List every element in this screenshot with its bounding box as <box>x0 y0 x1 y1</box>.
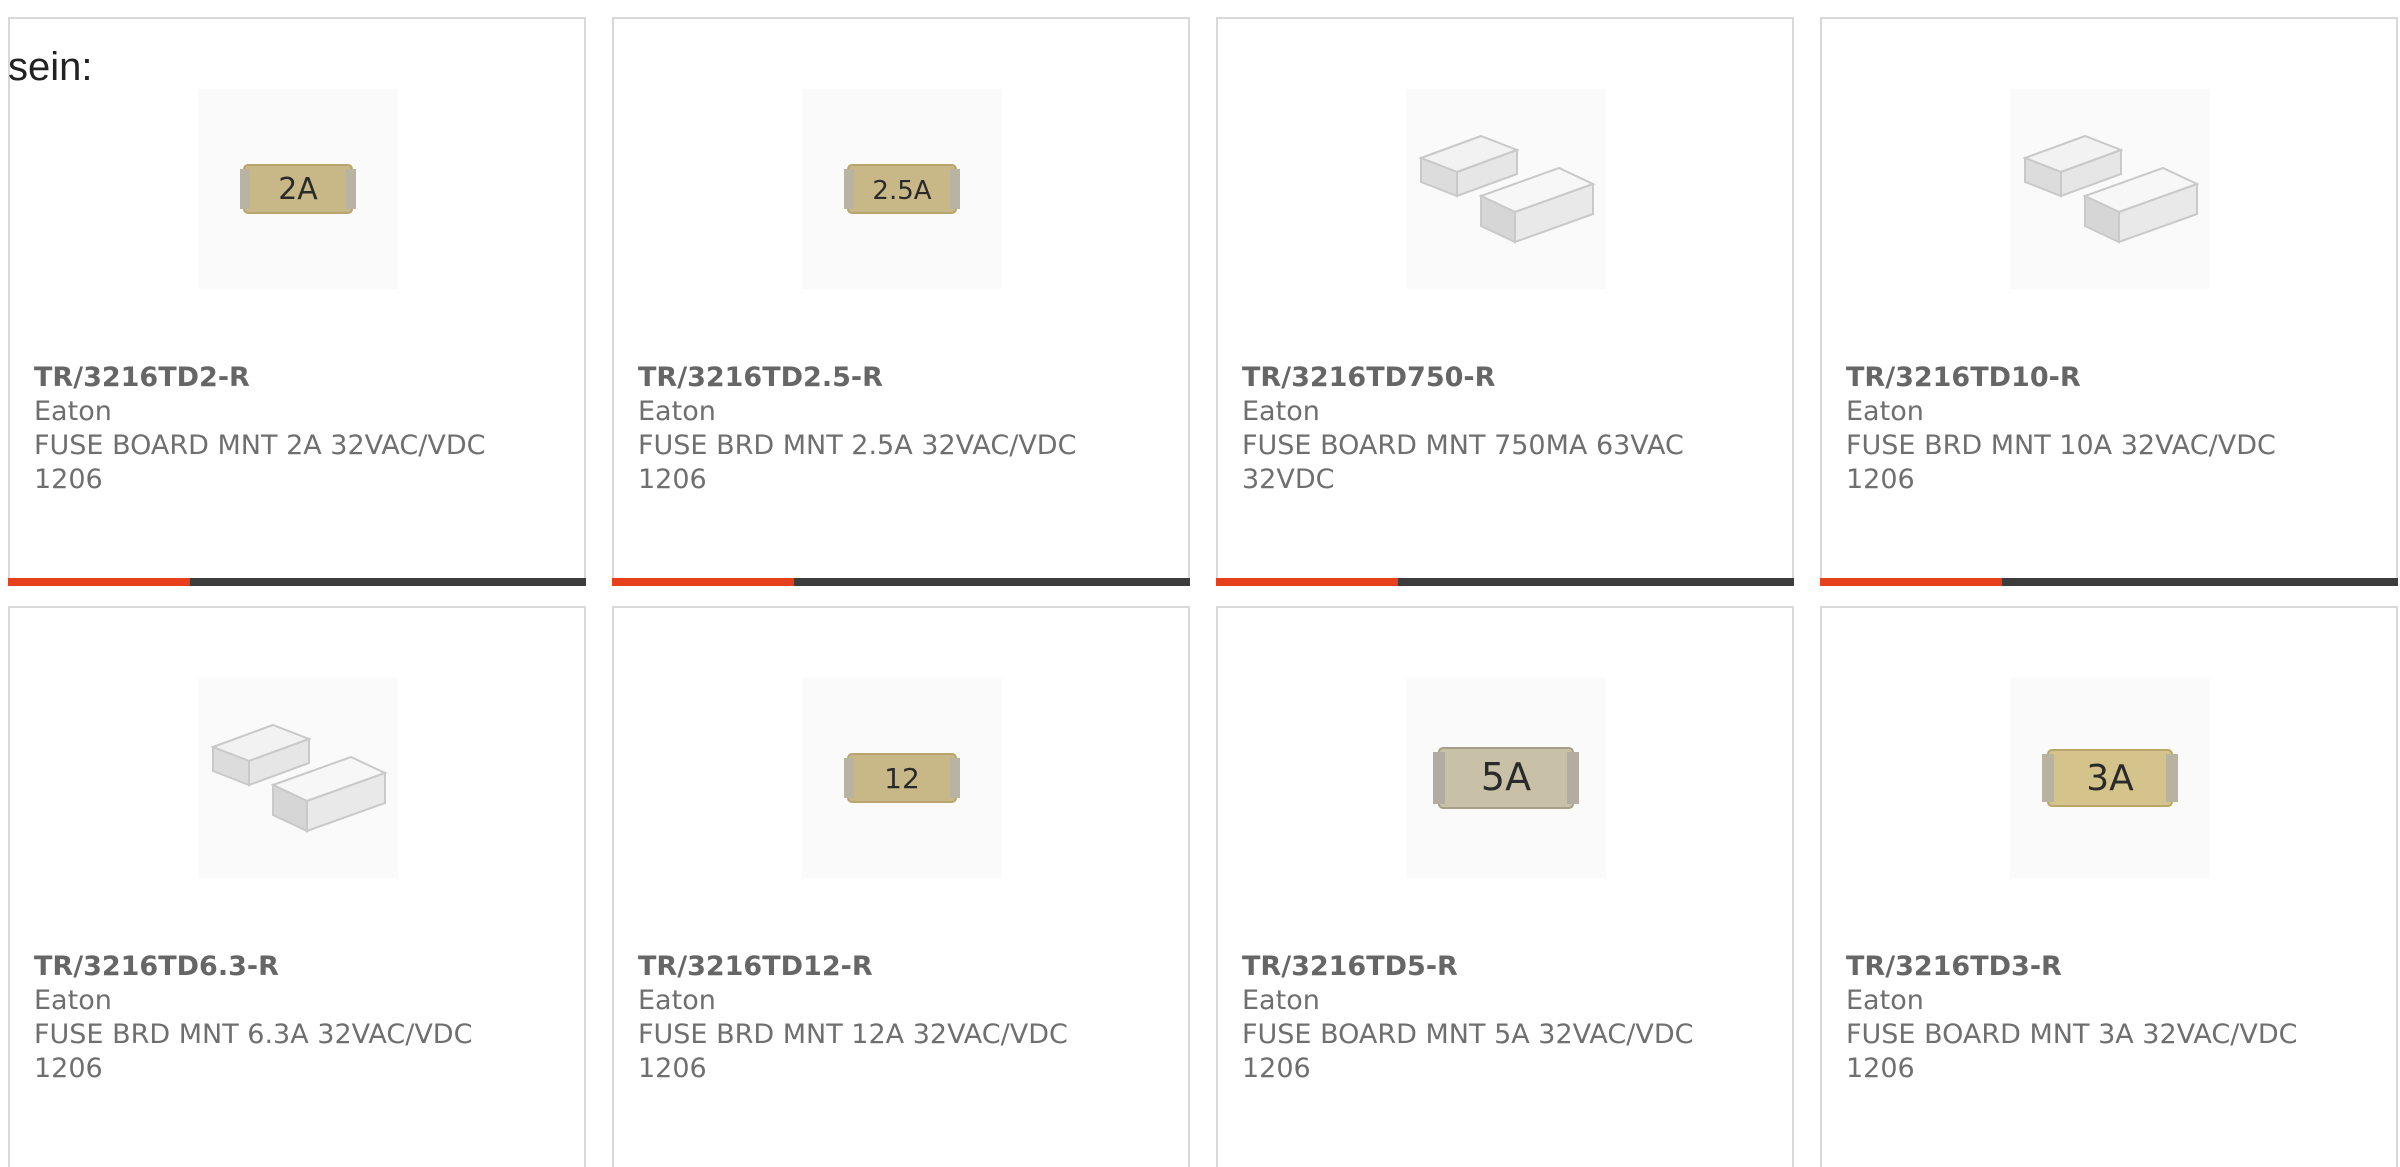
product-image[interactable] <box>1406 89 1606 289</box>
product-card[interactable]: 5A TR/3216TD5-R Eaton FUSE BOARD MNT 5A … <box>1216 606 1794 1167</box>
part-number[interactable]: TR/3216TD750-R <box>1242 361 1742 395</box>
card-bottom-bar <box>8 578 586 586</box>
ceramic-fuse-pair-icon <box>2022 134 2200 244</box>
product-image[interactable]: 12 <box>802 678 1002 878</box>
part-number[interactable]: TR/3216TD2.5-R <box>638 361 1138 395</box>
ceramic-fuse-pair-icon <box>1418 134 1596 244</box>
product-description: FUSE BRD MNT 10A 32VAC/VDC 1206 <box>1846 430 2276 495</box>
product-description: FUSE BOARD MNT 3A 32VAC/VDC 1206 <box>1846 1019 2298 1084</box>
product-card[interactable]: TR/3216TD10-R Eaton FUSE BRD MNT 10A 32V… <box>1820 17 2398 586</box>
manufacturer: Eaton <box>1242 985 1320 1016</box>
manufacturer: Eaton <box>638 396 716 427</box>
intro-text: sein: <box>8 45 93 89</box>
product-info: TR/3216TD10-R Eaton FUSE BRD MNT 10A 32V… <box>1846 361 2346 497</box>
smd-fuse-labeled-icon: 2A <box>240 164 356 214</box>
product-info: TR/3216TD5-R Eaton FUSE BOARD MNT 5A 32V… <box>1242 950 1742 1086</box>
ceramic-fuse-pair-icon <box>210 723 388 833</box>
product-grid-page: sein: 2A TR/3216TD2-R Eaton FUSE BOARD M… <box>0 0 2400 1167</box>
product-image[interactable]: 5A <box>1406 678 1606 878</box>
manufacturer: Eaton <box>1846 396 1924 427</box>
card-bottom-bar <box>1820 578 2398 586</box>
fuse-marking: 2.5A <box>872 176 931 206</box>
product-image[interactable] <box>2010 89 2210 289</box>
product-image[interactable]: 2A <box>198 89 398 289</box>
product-card[interactable]: TR/3216TD6.3-R Eaton FUSE BRD MNT 6.3A 3… <box>8 606 586 1167</box>
product-description: FUSE BRD MNT 6.3A 32VAC/VDC 1206 <box>34 1019 473 1084</box>
product-description: FUSE BOARD MNT 5A 32VAC/VDC 1206 <box>1242 1019 1694 1084</box>
smd-fuse-labeled-icon: 12 <box>844 753 960 803</box>
product-info: TR/3216TD3-R Eaton FUSE BOARD MNT 3A 32V… <box>1846 950 2346 1086</box>
product-description: FUSE BRD MNT 12A 32VAC/VDC 1206 <box>638 1019 1068 1084</box>
manufacturer: Eaton <box>1242 396 1320 427</box>
product-info: TR/3216TD2.5-R Eaton FUSE BRD MNT 2.5A 3… <box>638 361 1138 497</box>
product-info: TR/3216TD6.3-R Eaton FUSE BRD MNT 6.3A 3… <box>34 950 534 1086</box>
part-number[interactable]: TR/3216TD5-R <box>1242 950 1742 984</box>
smd-fuse-labeled-icon: 5A <box>1433 747 1579 809</box>
product-image[interactable] <box>198 678 398 878</box>
product-card[interactable]: TR/3216TD750-R Eaton FUSE BOARD MNT 750M… <box>1216 17 1794 586</box>
card-bar-accent <box>1820 578 2002 586</box>
fuse-marking: 2A <box>278 172 318 207</box>
product-image[interactable]: 2.5A <box>802 89 1002 289</box>
product-card[interactable]: 2.5A TR/3216TD2.5-R Eaton FUSE BRD MNT 2… <box>612 17 1190 586</box>
fuse-marking: 5A <box>1481 755 1531 799</box>
fuse-marking: 12 <box>884 762 920 795</box>
card-bar-accent <box>8 578 190 586</box>
fuse-marking: 3A <box>2086 758 2134 799</box>
product-card[interactable]: 12 TR/3216TD12-R Eaton FUSE BRD MNT 12A … <box>612 606 1190 1167</box>
product-image[interactable]: 3A <box>2010 678 2210 878</box>
product-card[interactable]: 2A TR/3216TD2-R Eaton FUSE BOARD MNT 2A … <box>8 17 586 586</box>
manufacturer: Eaton <box>1846 985 1924 1016</box>
part-number[interactable]: TR/3216TD10-R <box>1846 361 2346 395</box>
product-info: TR/3216TD750-R Eaton FUSE BOARD MNT 750M… <box>1242 361 1742 497</box>
card-bar-accent <box>1216 578 1398 586</box>
product-grid: 2A TR/3216TD2-R Eaton FUSE BOARD MNT 2A … <box>8 17 2400 1167</box>
manufacturer: Eaton <box>34 396 112 427</box>
product-info: TR/3216TD12-R Eaton FUSE BRD MNT 12A 32V… <box>638 950 1138 1086</box>
card-bar-accent <box>612 578 794 586</box>
product-description: FUSE BOARD MNT 750MA 63VAC 32VDC <box>1242 430 1684 495</box>
card-bottom-bar <box>1216 578 1794 586</box>
smd-fuse-labeled-icon: 2.5A <box>844 164 960 214</box>
product-description: FUSE BOARD MNT 2A 32VAC/VDC 1206 <box>34 430 486 495</box>
part-number[interactable]: TR/3216TD2-R <box>34 361 534 395</box>
product-card[interactable]: 3A TR/3216TD3-R Eaton FUSE BOARD MNT 3A … <box>1820 606 2398 1167</box>
part-number[interactable]: TR/3216TD3-R <box>1846 950 2346 984</box>
manufacturer: Eaton <box>34 985 112 1016</box>
manufacturer: Eaton <box>638 985 716 1016</box>
part-number[interactable]: TR/3216TD6.3-R <box>34 950 534 984</box>
part-number[interactable]: TR/3216TD12-R <box>638 950 1138 984</box>
product-info: TR/3216TD2-R Eaton FUSE BOARD MNT 2A 32V… <box>34 361 534 497</box>
smd-fuse-labeled-icon: 3A <box>2042 749 2178 807</box>
card-bottom-bar <box>612 578 1190 586</box>
product-description: FUSE BRD MNT 2.5A 32VAC/VDC 1206 <box>638 430 1077 495</box>
